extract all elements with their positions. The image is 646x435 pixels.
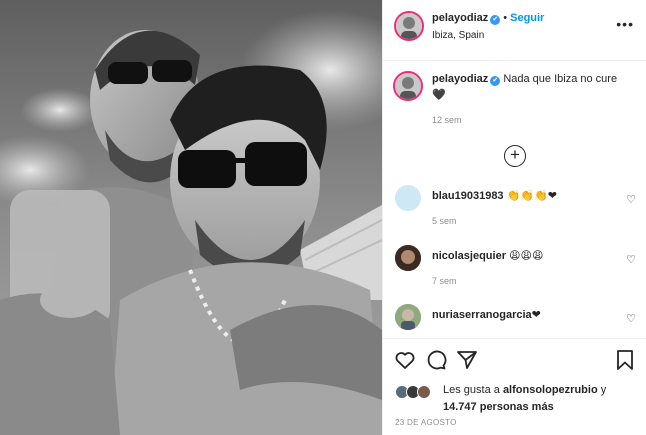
share-icon[interactable] — [455, 348, 479, 372]
comment-text-block: nuriaserranogarcia❤ — [432, 307, 632, 323]
comment-avatar[interactable] — [395, 185, 421, 211]
post-sidebar: pelayodiaz ✔ • Seguir Ibiza, Spain ••• pela… — [382, 0, 646, 435]
post-photo[interactable] — [0, 0, 382, 435]
post-date[interactable]: 23 DE AGOSTO — [395, 418, 457, 427]
comment-item: blau19031983 👏👏👏❤ 5 sem ♡ — [383, 185, 646, 229]
bookmark-icon[interactable] — [613, 348, 637, 372]
comment-text: 😩😩😩 — [509, 250, 544, 262]
header-author-line: pelayodiaz ✔ • Seguir — [432, 12, 544, 25]
comment-text-block: nicolasjequier 😩😩😩 — [432, 248, 632, 264]
comments-area[interactable]: pelayodiaz ✔ Nada que Ibiza no cure 🖤 12 … — [383, 61, 646, 338]
heart-icon[interactable] — [393, 348, 417, 372]
likes-count[interactable]: 14.747 — [443, 401, 477, 413]
comment-text: 👏👏👏❤ — [506, 190, 557, 202]
comment-avatar[interactable] — [395, 245, 421, 271]
comment-time: 7 sem — [432, 276, 457, 286]
comment-heart-icon[interactable]: ♡ — [626, 253, 636, 266]
caption-emoji: 🖤 — [432, 89, 446, 101]
author-avatar[interactable] — [394, 11, 424, 41]
comment-heart-icon[interactable]: ♡ — [626, 193, 636, 206]
comment-text: ❤ — [531, 309, 541, 321]
separator-dot: • — [503, 12, 508, 24]
post-actions: Les gusta a alfonsolopezrubio y 14.747 p… — [383, 338, 646, 435]
author-username[interactable]: pelayodiaz — [432, 12, 488, 24]
post-photo-image — [0, 0, 382, 435]
comment-item: nuriaserranogarcia❤ ♡ — [383, 304, 646, 338]
caption: pelayodiaz ✔ Nada que Ibiza no cure 🖤 12 … — [383, 71, 646, 131]
comment-avatar[interactable] — [395, 304, 421, 330]
comment-icon[interactable] — [424, 348, 448, 372]
comment-username[interactable]: nicolasjequier — [432, 250, 506, 262]
verified-badge-icon: ✔ — [490, 15, 501, 25]
more-dots-icon[interactable]: ••• — [616, 16, 634, 32]
verified-badge-icon: ✔ — [490, 76, 501, 86]
comment-item: nicolasjequier 😩😩😩 7 sem ♡ — [383, 245, 646, 289]
comment-heart-icon[interactable]: ♡ — [626, 312, 636, 325]
caption-text: Nada que Ibiza no cure — [503, 73, 618, 85]
likes-prefix: Les gusta a — [443, 384, 500, 396]
instagram-post: pelayodiaz ✔ • Seguir Ibiza, Spain ••• pela… — [0, 0, 646, 435]
caption-time: 12 sem — [432, 115, 462, 125]
post-location[interactable]: Ibiza, Spain — [432, 30, 484, 41]
plus-circle-icon[interactable]: + — [504, 145, 526, 167]
comment-text-block: blau19031983 👏👏👏❤ — [432, 188, 632, 204]
caption-username[interactable]: pelayodiaz — [432, 73, 488, 85]
liker-avatar[interactable] — [417, 385, 431, 399]
caption-avatar[interactable] — [393, 71, 423, 101]
likes-user[interactable]: alfonsolopezrubio — [503, 384, 598, 396]
caption-text-block: pelayodiaz ✔ Nada que Ibiza no cure 🖤 — [432, 71, 632, 103]
likes-suffix[interactable]: personas más — [480, 401, 554, 413]
comment-time: 5 sem — [432, 216, 457, 226]
follow-button[interactable]: Seguir — [510, 12, 544, 24]
comment-username[interactable]: nuriaserranogarcia — [432, 309, 532, 321]
likes-joiner: y — [600, 384, 607, 396]
likes-text: Les gusta a alfonsolopezrubio y 14.747 p… — [443, 382, 639, 416]
comment-username[interactable]: blau19031983 — [432, 190, 504, 202]
post-header: pelayodiaz ✔ • Seguir Ibiza, Spain ••• — [383, 0, 646, 61]
